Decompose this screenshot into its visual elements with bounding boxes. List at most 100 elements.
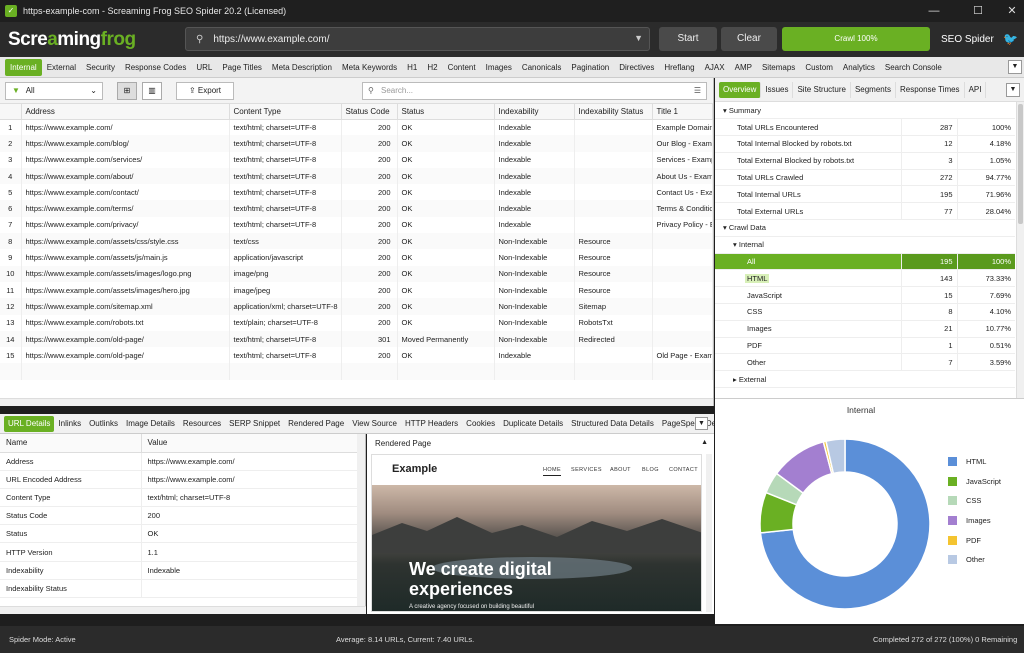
horizontal-scrollbar[interactable] <box>0 606 366 614</box>
tab-serp-snippet[interactable]: SERP Snippet <box>225 416 284 432</box>
column-header-name[interactable]: Name <box>0 434 142 453</box>
vertical-scrollbar[interactable] <box>1016 102 1024 398</box>
tab-pagination[interactable]: Pagination <box>566 59 614 76</box>
table-row[interactable]: 4 https://www.example.com/about/text/html… <box>0 167 713 185</box>
detail-row[interactable]: Indexability Status <box>0 579 358 599</box>
collapse-up-icon[interactable]: ▲ <box>701 439 708 446</box>
table-row[interactable]: 1 https://www.example.com/text/html; char… <box>0 119 713 136</box>
column-header-index[interactable] <box>0 104 22 120</box>
tab-view-source[interactable]: View Source <box>348 416 401 432</box>
tab-amp[interactable]: AMP <box>730 59 757 76</box>
tab-directives[interactable]: Directives <box>614 59 659 76</box>
tab-issues[interactable]: Issues <box>761 81 794 98</box>
table-row[interactable]: 12 https://www.example.com/sitemap.xml app… <box>0 298 713 315</box>
export-button[interactable]: ⇪ Export <box>176 82 234 100</box>
close-icon[interactable]: ✕ <box>994 0 1024 22</box>
search-input[interactable]: ⚲ Search... ☰ <box>362 82 707 100</box>
table-row[interactable]: 5 https://www.example.com/contact/text/ht… <box>0 184 713 201</box>
tree-node-summary[interactable]: ▾ Summary <box>715 102 1016 120</box>
tab-url-details[interactable]: URL Details <box>4 415 55 432</box>
tree-node-crawl-data[interactable]: ▾ Crawl Data <box>715 219 1016 237</box>
tab-internal[interactable]: Internal <box>5 58 42 76</box>
legend-item[interactable]: JavaScript <box>948 472 1001 492</box>
tab-content[interactable]: Content <box>443 59 481 76</box>
legend-item[interactable]: HTML <box>948 452 1001 472</box>
column-header-content-type[interactable]: Content Type <box>229 104 342 120</box>
tab-meta-keywords[interactable]: Meta Keywords <box>337 59 402 76</box>
detail-row[interactable]: Indexability Indexable <box>0 561 358 580</box>
overview-row-selected[interactable]: All 195 100% <box>715 253 1016 271</box>
url-input[interactable]: ⚲ https://www.example.com/ ▼ <box>185 27 650 51</box>
overview-row[interactable]: Total External Blocked by robots.txt 3 1.0… <box>715 152 1016 170</box>
twitter-icon[interactable]: 🐦 <box>1003 32 1018 46</box>
overview-row[interactable]: Total Internal Blocked by robots.txt 12 4.… <box>715 135 1016 153</box>
overview-row[interactable]: HTML 143 73.33% <box>715 269 1016 288</box>
minimize-icon[interactable]: — <box>916 0 952 22</box>
tab-segments[interactable]: Segments <box>851 81 896 98</box>
tab-api[interactable]: API <box>965 81 987 98</box>
tab-ajax[interactable]: AJAX <box>700 59 730 76</box>
clear-button[interactable]: Clear <box>721 27 777 51</box>
table-row[interactable]: 13 https://www.example.com/robots.txt text… <box>0 314 713 331</box>
table-row[interactable]: 9 https://www.example.com/assets/js/main.… <box>0 249 713 266</box>
detail-row[interactable]: Status Code 200 <box>0 506 358 526</box>
tab-canonicals[interactable]: Canonicals <box>517 59 567 76</box>
column-header-indexability-status[interactable]: Indexability Status <box>574 104 653 120</box>
tab-sitemaps[interactable]: Sitemaps <box>757 59 800 76</box>
tab-custom[interactable]: Custom <box>800 59 838 76</box>
tab-resources[interactable]: Resources <box>179 416 225 432</box>
tab-h1[interactable]: H1 <box>402 59 422 76</box>
table-row[interactable]: 8 https://www.example.com/assets/css/styl… <box>0 233 713 250</box>
tab-rendered-page[interactable]: Rendered Page <box>284 416 348 432</box>
more-tabs-icon[interactable]: ▼ <box>1008 60 1022 74</box>
legend-item[interactable]: Images <box>948 511 1001 531</box>
tree-view-icon[interactable]: ⊞ <box>117 82 137 100</box>
overview-row[interactable]: CSS 8 4.10% <box>715 303 1016 321</box>
tab-image-details[interactable]: Image Details <box>122 416 179 432</box>
overview-row[interactable]: Images 21 10.77% <box>715 320 1016 338</box>
column-header-status-code[interactable]: Status Code <box>341 104 398 120</box>
tab-site-structure[interactable]: Site Structure <box>793 81 851 98</box>
scrollbar-thumb[interactable] <box>1018 104 1023 224</box>
column-header-status[interactable]: Status <box>397 104 495 120</box>
table-row[interactable]: 15 https://www.example.com/old-page/text/… <box>0 347 713 364</box>
table-row[interactable]: 11 https://www.example.com/assets/images/… <box>0 281 713 299</box>
detail-row[interactable]: Address https://www.example.com/ <box>0 452 358 471</box>
tab-external[interactable]: External <box>42 59 81 76</box>
detail-row[interactable]: URL Encoded Address https://www.example.c… <box>0 470 358 489</box>
tab-structured-data-details[interactable]: Structured Data Details <box>567 416 658 432</box>
table-row[interactable]: 6 https://www.example.com/terms/text/html… <box>0 200 713 217</box>
detail-row[interactable]: Status OK <box>0 524 358 544</box>
detail-row[interactable]: HTTP Version 1.1 <box>0 542 358 562</box>
tab-h2[interactable]: H2 <box>422 59 442 76</box>
table-row[interactable]: 10 https://www.example.com/assets/images/… <box>0 265 713 282</box>
chevron-down-icon[interactable]: ▼ <box>634 33 643 43</box>
tab-search-console[interactable]: Search Console <box>880 59 947 76</box>
overview-row[interactable]: Total URLs Crawled 272 94.77% <box>715 169 1016 187</box>
column-header-indexability[interactable]: Indexability <box>494 104 575 120</box>
tab-images[interactable]: Images <box>481 59 517 76</box>
tab-response-codes[interactable]: Response Codes <box>120 59 191 76</box>
tab-http-headers[interactable]: HTTP Headers <box>401 416 462 432</box>
tab-meta-description[interactable]: Meta Description <box>267 59 337 76</box>
vertical-scrollbar[interactable] <box>357 434 365 606</box>
column-header-value[interactable]: Value <box>141 434 358 453</box>
tab-hreflang[interactable]: Hreflang <box>659 59 699 76</box>
tab-cookies[interactable]: Cookies <box>462 416 499 432</box>
tab-duplicate-details[interactable]: Duplicate Details <box>499 416 567 432</box>
tree-node-internal[interactable]: ▾ Internal <box>715 236 1016 254</box>
tree-node-external[interactable]: ▸ External <box>715 370 1016 389</box>
tab-inlinks[interactable]: Inlinks <box>54 416 85 432</box>
tab-overview[interactable]: Overview <box>719 81 762 98</box>
column-header-address[interactable]: Address <box>21 104 230 120</box>
overview-row[interactable]: Total External URLs 77 28.04% <box>715 202 1016 221</box>
table-row[interactable]: 2 https://www.example.com/blog/text/html;… <box>0 135 713 152</box>
legend-item[interactable]: PDF <box>948 530 1001 550</box>
overview-row[interactable]: Total URLs Encountered 287 100% <box>715 118 1016 137</box>
list-settings-icon[interactable]: ☰ <box>694 83 701 99</box>
tab-analytics[interactable]: Analytics <box>838 59 880 76</box>
horizontal-scrollbar[interactable] <box>0 398 713 406</box>
tab-response-times[interactable]: Response Times <box>896 81 965 98</box>
tab-outlinks[interactable]: Outlinks <box>85 416 122 432</box>
more-tabs-icon[interactable]: ▼ <box>695 417 708 430</box>
